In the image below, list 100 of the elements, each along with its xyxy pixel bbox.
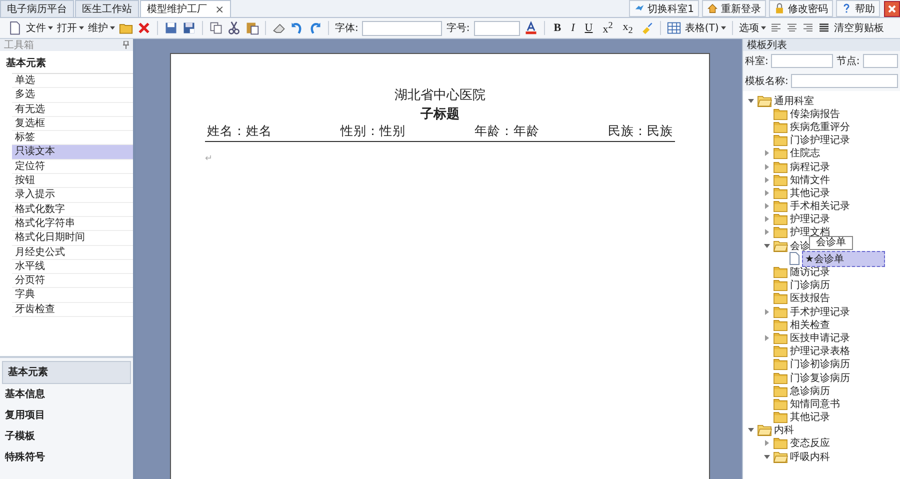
tree-item[interactable]: 护理记录 xyxy=(790,212,830,226)
tab[interactable]: 模型维护工厂 × xyxy=(140,0,232,17)
toolbox-item[interactable]: 分页符 xyxy=(12,274,133,288)
toolbox-item[interactable]: 按钮 xyxy=(12,174,133,188)
expander-icon[interactable] xyxy=(763,242,771,250)
tree-item[interactable]: 医技报告 xyxy=(790,291,830,306)
tree-item[interactable]: 手术相关记录 xyxy=(790,199,850,214)
node-field[interactable] xyxy=(862,54,898,68)
expander-icon[interactable] xyxy=(763,149,771,158)
toolbar-button[interactable]: 修改密码 xyxy=(769,0,833,17)
copy-icon[interactable] xyxy=(209,21,223,35)
expander-icon[interactable] xyxy=(763,162,771,171)
tree-item[interactable]: 住院志 xyxy=(790,146,820,160)
paste-icon[interactable] xyxy=(245,21,259,35)
justify-icon[interactable] xyxy=(818,22,830,34)
save-icon[interactable] xyxy=(164,21,178,35)
tree-item[interactable]: 其他记录 xyxy=(790,410,830,424)
toolbox-item[interactable]: 只读文本 xyxy=(12,145,133,160)
menu-button[interactable]: 选项 xyxy=(738,21,766,35)
patient-field[interactable]: 年龄：年龄 xyxy=(474,123,540,140)
tree-item[interactable]: 疾病危重评分 xyxy=(790,120,850,134)
tree-item[interactable]: 呼吸内科 xyxy=(790,450,830,464)
tree-item[interactable]: 门诊护理记录 xyxy=(790,133,850,148)
table-icon[interactable] xyxy=(666,21,681,35)
format-button[interactable]: I xyxy=(568,22,578,34)
align-center-icon[interactable] xyxy=(786,22,798,34)
expander-icon[interactable] xyxy=(763,215,771,224)
template-name-field[interactable] xyxy=(791,74,898,88)
tree-item[interactable]: 变态反应 xyxy=(790,436,830,450)
font-color-icon[interactable] xyxy=(524,21,538,35)
tree-item[interactable]: 门诊病历 xyxy=(790,278,830,292)
redo-icon[interactable] xyxy=(308,21,322,35)
tree-item[interactable]: 会诊 xyxy=(790,238,810,253)
tree-item[interactable]: 其他记录 xyxy=(790,186,830,200)
save-all-icon[interactable] xyxy=(182,21,196,35)
clear-clipboard-button[interactable]: 清空剪贴板 xyxy=(834,21,884,35)
menu-button[interactable]: 表格(T) xyxy=(684,21,726,35)
patient-field[interactable]: 性别：性别 xyxy=(340,123,406,140)
expander-icon[interactable] xyxy=(747,426,755,434)
toolbox-item[interactable]: 录入提示 xyxy=(12,188,133,203)
toolbox-item[interactable]: 格式化数字 xyxy=(12,202,133,217)
close-icon[interactable] xyxy=(884,1,900,17)
patient-field[interactable]: 民族：民族 xyxy=(608,123,673,140)
tree-item[interactable]: 病程记录 xyxy=(790,160,830,174)
expander-icon[interactable] xyxy=(763,202,771,210)
format-button[interactable]: x$^{2}$ xyxy=(600,20,616,36)
tree-item[interactable]: 门诊复诊病历 xyxy=(790,370,850,385)
nav-section[interactable]: 复用项目 xyxy=(0,405,133,426)
expander-icon[interactable] xyxy=(763,308,771,316)
nav-section[interactable]: 基本信息 xyxy=(0,384,133,405)
toolbox-item[interactable]: 格式化日期时间 xyxy=(12,231,133,246)
eraser-icon[interactable] xyxy=(272,21,286,35)
toolbar-button[interactable]: 重新登录 xyxy=(702,0,766,17)
format-button[interactable]: B xyxy=(550,22,564,34)
menu-button[interactable]: 打开 xyxy=(57,21,84,35)
tree-item[interactable]: 通用科室 xyxy=(774,94,814,108)
toolbox-item[interactable]: 定位符 xyxy=(12,160,133,174)
tree-item[interactable]: 随访记录 xyxy=(790,265,830,280)
menu-button[interactable]: 维护 xyxy=(88,21,115,35)
toolbar-button[interactable]: 切换科室1 xyxy=(628,0,699,17)
align-right-icon[interactable] xyxy=(802,22,814,34)
tree-item[interactable]: 医技申请记录 xyxy=(790,330,850,345)
menu-button[interactable]: 文件 xyxy=(26,21,53,35)
tree-item[interactable]: 相关检查 xyxy=(790,318,830,332)
tab[interactable]: 电子病历平台 xyxy=(0,0,74,17)
cut-icon[interactable] xyxy=(227,21,241,35)
nav-section[interactable]: 特殊符号 xyxy=(0,447,133,468)
patient-field[interactable]: 姓名：姓名 xyxy=(207,123,272,140)
tree-item[interactable]: 急诊病历 xyxy=(790,384,830,398)
toolbox-item[interactable]: 水平线 xyxy=(12,260,133,274)
expander-icon[interactable] xyxy=(763,228,771,236)
expander-icon[interactable] xyxy=(763,188,771,197)
tree-item[interactable]: 内科 xyxy=(774,423,794,438)
expander-icon[interactable] xyxy=(747,96,755,105)
nav-section[interactable]: 子模板 xyxy=(0,426,133,447)
expander-icon[interactable] xyxy=(763,176,771,184)
toolbox-item[interactable]: 格式化字符串 xyxy=(12,216,133,232)
align-left-icon[interactable] xyxy=(770,22,782,34)
tab[interactable]: 医生工作站 xyxy=(75,0,139,17)
expander-icon[interactable] xyxy=(763,439,771,448)
close-icon[interactable]: × xyxy=(215,2,224,16)
expander-icon[interactable] xyxy=(763,452,771,461)
tree-item[interactable]: 传染病报告 xyxy=(790,106,840,121)
tree-item[interactable]: 护理记录表格 xyxy=(790,344,850,358)
new-document-icon[interactable] xyxy=(8,21,22,35)
tree-item[interactable]: ★会诊单 xyxy=(802,250,885,267)
expander-icon[interactable] xyxy=(763,334,771,342)
toolbox-item[interactable]: 复选框 xyxy=(12,116,133,132)
format-button[interactable]: U xyxy=(582,22,596,34)
toolbox-item[interactable]: 有无选 xyxy=(12,102,133,117)
format-button[interactable]: x$_{2}$ xyxy=(620,20,636,36)
toolbox-item[interactable]: 多选 xyxy=(12,88,133,103)
toolbox-item[interactable]: 月经史公式 xyxy=(12,246,133,260)
toolbox-item[interactable]: 单选 xyxy=(12,74,133,88)
nav-section[interactable]: 基本元素 xyxy=(2,361,131,384)
toolbar-button[interactable]: 帮助 xyxy=(836,0,880,17)
pin-icon[interactable] xyxy=(123,41,129,49)
tree-item[interactable]: 知情文件 xyxy=(790,172,830,187)
delete-icon[interactable] xyxy=(137,21,151,35)
tree-item[interactable]: 手术护理记录 xyxy=(790,304,850,319)
